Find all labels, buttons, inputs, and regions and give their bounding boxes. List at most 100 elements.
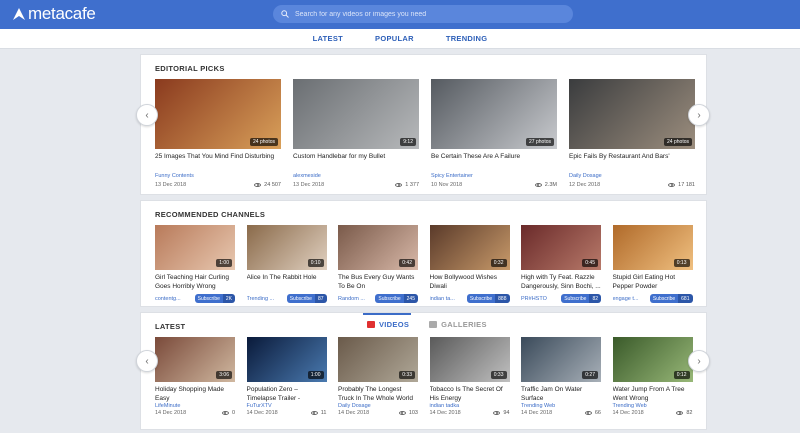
channel-card[interactable]: 0:45 High with Ty Feat. Razzle Dangerousl… bbox=[521, 225, 601, 303]
card-source[interactable]: FuTurXTV bbox=[247, 403, 327, 409]
tab-popular[interactable]: POPULAR bbox=[359, 29, 430, 48]
card-title[interactable]: Be Certain These Are A Failure bbox=[431, 153, 557, 173]
channel-card[interactable]: 1:00 Girl Teaching Hair Curling Goes Horr… bbox=[155, 225, 235, 303]
card-source[interactable]: LifeMinute bbox=[155, 403, 235, 409]
card-source[interactable]: Funny Contents bbox=[155, 173, 281, 179]
duration-badge: 0:27 bbox=[582, 371, 598, 379]
tab-trending[interactable]: TRENDING bbox=[430, 29, 504, 48]
search-bar[interactable] bbox=[273, 5, 573, 23]
card-thumbnail[interactable]: 0:33 bbox=[429, 337, 510, 382]
card-title[interactable]: Traffic Jam On Water Surface bbox=[521, 386, 601, 403]
card-thumbnail[interactable]: 0:13 bbox=[612, 225, 693, 270]
card-meta: 14 Dec 2018 103 bbox=[338, 410, 418, 416]
editorial-picks-panel: EDITORIAL PICKS 24 photos 25 Images That … bbox=[140, 54, 707, 195]
duration-badge: 0:13 bbox=[673, 259, 690, 267]
video-card[interactable]: 0:33 Tobacco Is The Secret Of His Energy i… bbox=[429, 337, 510, 416]
card-thumbnail[interactable]: 0:42 bbox=[338, 225, 418, 270]
editorial-card[interactable]: 24 photos 25 Images That You Mind Find Di… bbox=[155, 79, 281, 188]
card-title[interactable]: Probably The Longest Truck In The Whole … bbox=[338, 386, 418, 403]
eye-icon bbox=[310, 411, 318, 415]
card-thumbnail[interactable]: 1:00 bbox=[155, 225, 235, 270]
channel-card[interactable]: 0:42 The Bus Every Guy Wants To Be On Rand… bbox=[338, 225, 418, 303]
card-thumbnail[interactable]: 27 photos bbox=[431, 79, 557, 149]
card-source[interactable]: alexmeside bbox=[293, 173, 419, 179]
tab-videos[interactable]: VIDEOS bbox=[367, 320, 409, 329]
channel-name[interactable]: Random ... bbox=[338, 296, 370, 302]
latest-next-arrow[interactable]: › bbox=[688, 350, 710, 372]
channel-card[interactable]: 0:13 Stupid Girl Eating Hot Pepper Powder… bbox=[612, 225, 693, 303]
card-thumbnail[interactable]: 0:45 bbox=[521, 225, 601, 270]
card-thumbnail[interactable]: 24 photos bbox=[569, 79, 695, 149]
card-source[interactable]: Daily Dosage bbox=[569, 173, 695, 179]
card-source[interactable]: Spicy Entertainer bbox=[431, 173, 557, 179]
video-card[interactable]: 0:12 Water Jump From A Tree Went Wrong Tre… bbox=[612, 337, 693, 416]
card-thumbnail[interactable]: 9:12 bbox=[293, 79, 419, 149]
channel-card[interactable]: 0:10 Alice In The Rabbit Hole Trending ...… bbox=[246, 225, 327, 303]
card-date: 14 Dec 2018 bbox=[429, 410, 461, 416]
card-thumbnail[interactable]: 0:12 bbox=[612, 337, 693, 382]
card-thumbnail[interactable]: 3:06 bbox=[155, 337, 235, 382]
channel-name[interactable]: engage t... bbox=[613, 296, 645, 302]
card-title[interactable]: Holiday Shopping Made Easy bbox=[155, 386, 235, 403]
channel-card[interactable]: 0:32 How Bollywood Wishes Diwali indian ta… bbox=[429, 225, 510, 303]
editorial-prev-arrow[interactable]: ‹ bbox=[136, 104, 158, 126]
tab-latest[interactable]: LATEST bbox=[297, 29, 359, 48]
logo[interactable]: metacafe bbox=[12, 4, 96, 24]
view-count-value: 17 181 bbox=[678, 182, 695, 188]
card-title[interactable]: 25 Images That You Mind Find Disturbing bbox=[155, 153, 281, 173]
card-source[interactable]: Trending Web bbox=[613, 403, 693, 409]
subscribe-button[interactable]: Subscribe 245 bbox=[375, 294, 418, 303]
card-source[interactable]: Trending Web bbox=[521, 403, 601, 409]
latest-prev-arrow[interactable]: ‹ bbox=[136, 350, 158, 372]
video-card[interactable]: 3:06 Holiday Shopping Made Easy LifeMinute… bbox=[155, 337, 235, 416]
subscribe-button[interactable]: Subscribe 2K bbox=[194, 294, 235, 303]
subscriber-count: 82 bbox=[589, 294, 601, 303]
video-card[interactable]: 0:33 Probably The Longest Truck In The Wh… bbox=[338, 337, 418, 416]
editorial-card[interactable]: 24 photos Epic Fails By Restaurant And Ba… bbox=[569, 79, 695, 188]
card-title[interactable]: Custom Handlebar for my Bullet bbox=[293, 153, 419, 173]
duration-badge: 0:33 bbox=[490, 371, 507, 379]
editorial-next-arrow[interactable]: › bbox=[688, 104, 710, 126]
view-count: 103 bbox=[398, 410, 418, 416]
card-title[interactable]: Girl Teaching Hair Curling Goes Horribly… bbox=[155, 274, 235, 291]
card-title[interactable]: High with Ty Feat. Razzle Dangerously, S… bbox=[521, 274, 601, 291]
card-thumbnail[interactable]: 0:33 bbox=[338, 337, 418, 382]
card-title[interactable]: Population Zero – Timelapse Trailer - De… bbox=[247, 386, 327, 403]
search-input[interactable] bbox=[295, 10, 555, 18]
subscribe-button[interactable]: Subscribe 82 bbox=[561, 294, 601, 303]
card-title[interactable]: How Bollywood Wishes Diwali bbox=[430, 274, 510, 291]
tab-galleries[interactable]: GALLERIES bbox=[429, 320, 487, 329]
card-title[interactable]: Stupid Girl Eating Hot Pepper Powder bbox=[613, 274, 693, 291]
card-thumbnail[interactable]: 0:32 bbox=[429, 225, 510, 270]
subscribe-button[interactable]: Subscribe 681 bbox=[649, 294, 693, 303]
card-title[interactable]: The Bus Every Guy Wants To Be On bbox=[338, 274, 418, 291]
video-card[interactable]: 0:27 Traffic Jam On Water Surface Trending… bbox=[521, 337, 601, 416]
view-count: 17 181 bbox=[668, 182, 695, 188]
editorial-card[interactable]: 27 photos Be Certain These Are A Failure S… bbox=[431, 79, 557, 188]
view-count-value: 94 bbox=[503, 410, 510, 416]
subscriber-count: 87 bbox=[314, 294, 327, 303]
channel-name[interactable]: contentg... bbox=[155, 296, 187, 302]
view-count: 66 bbox=[584, 410, 601, 416]
channel-name[interactable]: Trending ... bbox=[247, 296, 279, 302]
card-date: 12 Dec 2018 bbox=[569, 182, 601, 188]
card-source[interactable]: Daily Dosage bbox=[338, 403, 418, 409]
card-title[interactable]: Water Jump From A Tree Went Wrong bbox=[613, 386, 693, 403]
eye-icon bbox=[493, 411, 501, 415]
photo-count-badge: 27 photos bbox=[526, 138, 554, 146]
subscribe-button[interactable]: Subscribe 888 bbox=[466, 294, 510, 303]
card-thumbnail[interactable]: 24 photos bbox=[155, 79, 281, 149]
card-source[interactable]: indian tadka bbox=[430, 403, 510, 409]
card-thumbnail[interactable]: 1:00 bbox=[246, 337, 327, 382]
video-card[interactable]: 1:00 Population Zero – Timelapse Trailer … bbox=[246, 337, 327, 416]
card-thumbnail[interactable]: 0:27 bbox=[521, 337, 601, 382]
card-title[interactable]: Alice In The Rabbit Hole bbox=[247, 274, 327, 291]
editorial-card[interactable]: 9:12 Custom Handlebar for my Bullet alexme… bbox=[293, 79, 419, 188]
card-thumbnail[interactable]: 0:10 bbox=[246, 225, 327, 270]
subscribe-button[interactable]: Subscribe 87 bbox=[286, 294, 327, 303]
video-icon bbox=[367, 321, 375, 328]
card-title[interactable]: Tobacco Is The Secret Of His Energy bbox=[430, 386, 510, 403]
channel-name[interactable]: indian ta... bbox=[430, 296, 462, 302]
card-title[interactable]: Epic Fails By Restaurant And Bars' bbox=[569, 153, 695, 173]
channel-name[interactable]: PR#HSTO bbox=[521, 296, 553, 302]
